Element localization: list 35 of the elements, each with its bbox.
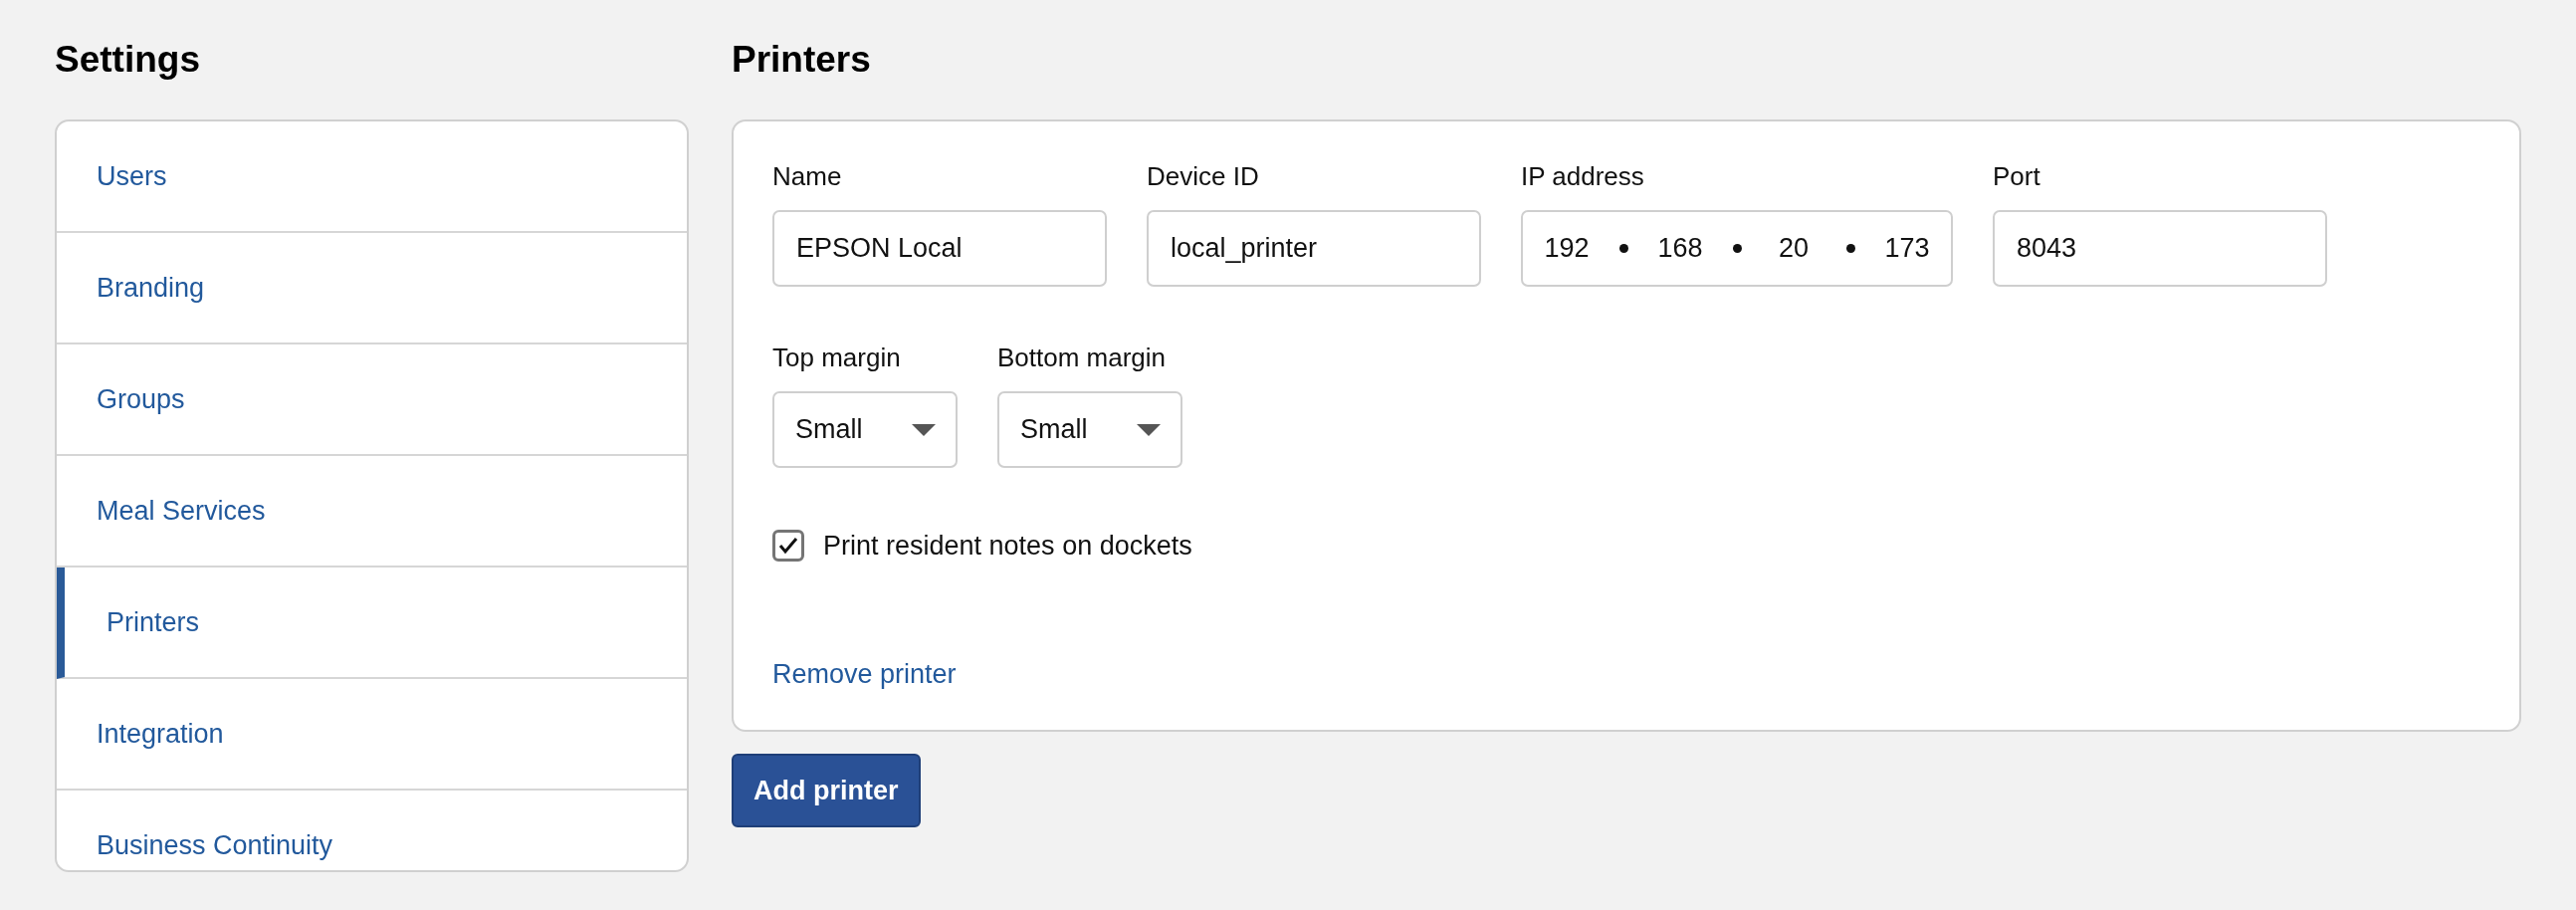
menu-item[interactable]: Printers: [57, 568, 687, 679]
menu-item[interactable]: Groups: [57, 344, 687, 456]
dot-icon: [1845, 244, 1855, 253]
checkbox-label: Print resident notes on dockets: [823, 530, 1192, 562]
dropdown[interactable]: Small: [772, 391, 958, 468]
menu-item[interactable]: Business Continuity: [57, 791, 687, 870]
field-label: IP address: [1521, 161, 1645, 191]
dot-icon: [1732, 244, 1742, 253]
field-label: Port: [1993, 161, 2041, 191]
dropdown[interactable]: Small: [997, 391, 1182, 468]
menu-item[interactable]: Meal Services: [57, 456, 687, 568]
caret-icon: [1137, 423, 1161, 436]
dot-icon: [1618, 244, 1628, 253]
octet-field[interactable]: 173: [1877, 233, 1937, 264]
field-label: Top margin: [772, 342, 902, 372]
checkbox[interactable]: [772, 530, 804, 562]
menu-item[interactable]: Branding: [57, 233, 687, 344]
checkmark-icon: [778, 537, 798, 555]
page-title: Settings: [55, 38, 201, 82]
section-title: Printers: [732, 38, 872, 82]
menu-item[interactable]: Integration: [57, 679, 687, 791]
octet-field[interactable]: 168: [1650, 233, 1710, 264]
add-printer-button[interactable]: Add printer: [732, 754, 921, 827]
remove-printer-link[interactable]: Remove printer: [772, 659, 957, 690]
menu-item[interactable]: Users: [57, 121, 687, 233]
text-field[interactable]: 8043: [1993, 210, 2327, 287]
ip-address-field[interactable]: 192 168 20 173: [1521, 210, 1953, 287]
field-label: Bottom margin: [997, 342, 1168, 372]
text-field[interactable]: EPSON Local: [772, 210, 1107, 287]
field-label: Device ID: [1147, 161, 1260, 191]
octet-field[interactable]: 192: [1537, 233, 1597, 264]
field-label: Name: [772, 161, 843, 191]
octet-field[interactable]: 20: [1764, 233, 1824, 264]
caret-icon: [912, 423, 936, 436]
text-field[interactable]: local_printer: [1147, 210, 1481, 287]
